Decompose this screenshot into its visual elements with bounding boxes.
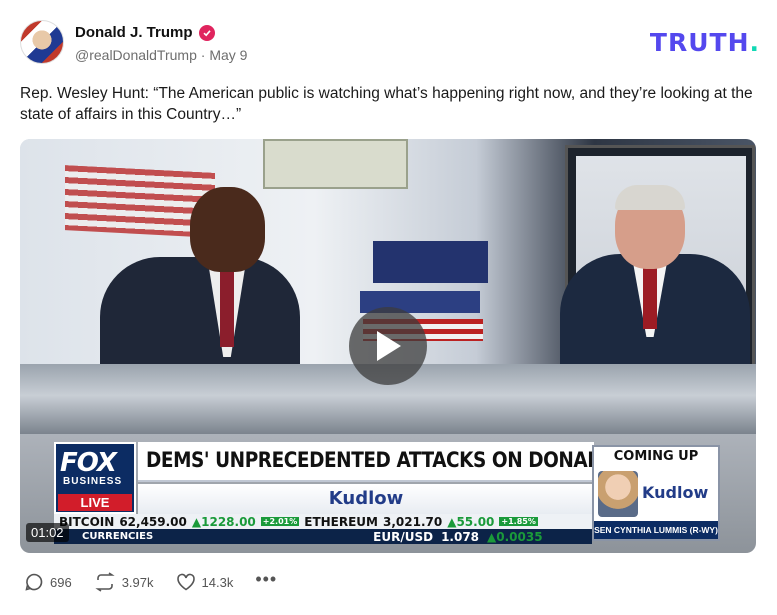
show-name: Kudlow bbox=[328, 488, 404, 509]
reply-icon bbox=[25, 573, 43, 591]
truth-logo[interactable]: TRUTH. bbox=[650, 28, 760, 57]
network-sub: BUSINESS bbox=[63, 476, 123, 487]
coming-up-title: COMING UP bbox=[613, 449, 699, 464]
show-bar: Kudlow bbox=[138, 484, 594, 514]
reply-count: 696 bbox=[50, 574, 72, 590]
logo-dot: . bbox=[749, 28, 760, 57]
guest-head bbox=[190, 187, 265, 272]
network-logo: FOX BUSINESS LIVE bbox=[54, 442, 136, 514]
fx-change: ▲0.0035 bbox=[487, 529, 543, 544]
logo-text: TRUTH bbox=[649, 28, 750, 57]
video-timestamp: 01:02 bbox=[26, 523, 69, 542]
display-name[interactable]: Donald J. Trump bbox=[75, 24, 193, 41]
separator: · bbox=[200, 47, 206, 63]
post-date[interactable]: May 9 bbox=[209, 47, 247, 63]
post-text: Rep. Wesley Hunt: “The American public i… bbox=[20, 85, 753, 123]
video-player[interactable]: FOX BUSINESS LIVE DEMS' UNPRECEDENTED AT… bbox=[20, 139, 756, 553]
eth-label: ETHEREUM bbox=[304, 514, 378, 529]
network-name: FOX bbox=[60, 448, 117, 478]
fx-value: 1.078 bbox=[441, 529, 480, 544]
market-ticker: BITCOIN 62,459.00 ▲1228.00 +2.01% ETHERE… bbox=[54, 514, 592, 544]
heart-icon bbox=[176, 573, 195, 591]
guest-photo bbox=[598, 471, 638, 517]
like-button[interactable]: 14.3k bbox=[176, 573, 234, 591]
reply-button[interactable]: 696 bbox=[24, 572, 72, 592]
retruth-icon bbox=[95, 572, 115, 592]
retruth-button[interactable]: 3.97k bbox=[94, 572, 154, 592]
post-header: Donald J. Trump @realDonaldTrump · May 9… bbox=[20, 20, 760, 66]
guest-tie bbox=[220, 272, 234, 347]
ticker-fx-row: CURRENCIES EUR/USD 1.078 ▲0.0035 bbox=[54, 529, 592, 544]
live-badge: LIVE bbox=[58, 494, 132, 511]
fx-label: EUR/USD bbox=[373, 529, 434, 544]
eth-pct: +1.85% bbox=[499, 517, 538, 526]
handle[interactable]: @realDonaldTrump bbox=[75, 47, 197, 63]
coming-up-guest: SEN CYNTHIA LUMMIS (R-WY) bbox=[594, 521, 718, 539]
ticker-crypto-row: BITCOIN 62,459.00 ▲1228.00 +2.01% ETHERE… bbox=[54, 514, 592, 529]
retruth-count: 3.97k bbox=[121, 574, 154, 590]
bitcoin-pct: +2.01% bbox=[260, 517, 300, 526]
play-icon[interactable] bbox=[349, 307, 427, 385]
lower-third: FOX BUSINESS LIVE DEMS' UNPRECEDENTED AT… bbox=[54, 442, 692, 514]
coming-up-show: Kudlow bbox=[642, 483, 709, 502]
headline-bar: DEMS' UNPRECEDENTED ATTACKS ON DONALD TR… bbox=[138, 442, 692, 482]
more-options-button[interactable]: ••• bbox=[255, 570, 277, 588]
host-hair bbox=[615, 185, 685, 210]
avatar[interactable] bbox=[20, 20, 64, 64]
bitcoin-change: ▲1228.00 bbox=[191, 514, 256, 529]
flag-stars-graphic bbox=[373, 241, 488, 283]
like-count: 14.3k bbox=[201, 574, 234, 590]
verified-badge-icon bbox=[198, 24, 215, 41]
host-tie bbox=[643, 267, 657, 329]
eth-value: 3,021.70 bbox=[383, 514, 443, 529]
currencies-label: CURRENCIES bbox=[82, 531, 154, 542]
post-actions: 696 3.97k 14.3k ••• bbox=[24, 570, 299, 592]
eth-change: ▲55.00 bbox=[447, 514, 495, 529]
coming-up-panel: COMING UP Kudlow SEN CYNTHIA LUMMIS (R-W… bbox=[592, 445, 720, 541]
handle-row: @realDonaldTrump · May 9 bbox=[75, 47, 247, 63]
dollar-bill-graphic bbox=[263, 139, 408, 189]
bitcoin-value: 62,459.00 bbox=[119, 514, 187, 529]
name-row: Donald J. Trump bbox=[75, 24, 215, 41]
